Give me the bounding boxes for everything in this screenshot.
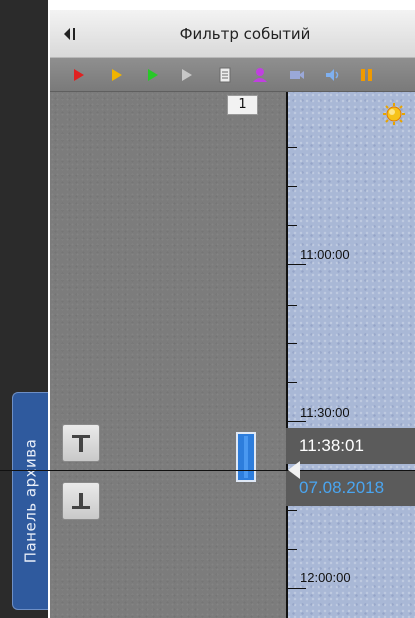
timeline-tick [288,225,297,226]
timeline[interactable] [286,92,415,618]
timeline-tick [288,305,297,306]
camera-icon[interactable] [288,66,306,84]
event-filter-toolbar [50,58,415,92]
cursor-time: 11:38:01 [286,428,415,464]
speaker-icon[interactable] [324,66,342,84]
go-to-start-button[interactable] [62,424,100,462]
timeline-label: 11:30:00 [300,405,350,420]
page-title: Фильтр событий [179,25,311,43]
timeline-tick [288,186,297,187]
warning-filter-button[interactable] [108,66,126,84]
timeline-tick [288,382,297,383]
collapse-left-icon [64,28,75,40]
camera-event-pane [50,92,286,618]
alarm-filter-button[interactable] [70,66,88,84]
timeline-tick [288,264,306,265]
person-icon[interactable] [251,66,269,84]
timeline-axis [286,92,288,618]
info-filter-button[interactable] [178,66,196,84]
timeline-label: 12:00:00 [300,570,351,585]
timeline-label: 11:00:00 [300,247,350,262]
time-cursor-line[interactable] [0,470,415,471]
timeline-tick [288,421,306,422]
pause-icon[interactable] [358,66,376,84]
timeline-tick [288,147,297,148]
sun-icon[interactable] [382,102,406,126]
camera-counter-badge: 1 [227,95,258,115]
event-filter-header: Фильтр событий [50,10,415,58]
archive-panel-tab-label: Панель архива [21,438,40,564]
collapse-panel-button[interactable] [60,24,78,44]
event-archive-panel: Панель архива Фильтр событий 1 11:00:00 … [0,0,415,618]
event-marker[interactable] [236,432,256,482]
go-to-end-button[interactable] [62,482,100,520]
timeline-tick [288,588,306,589]
go-to-top-icon [72,435,90,452]
timeline-tick [288,510,297,511]
go-to-bottom-icon [72,493,90,509]
archive-panel-tab[interactable]: Панель архива [12,392,48,610]
timeline-tick [288,549,297,550]
normal-filter-button[interactable] [144,66,162,84]
cursor-arrow-icon[interactable] [288,461,300,479]
document-icon[interactable] [216,66,234,84]
timeline-tick [288,343,297,344]
cursor-date: 07.08.2018 [286,470,415,506]
